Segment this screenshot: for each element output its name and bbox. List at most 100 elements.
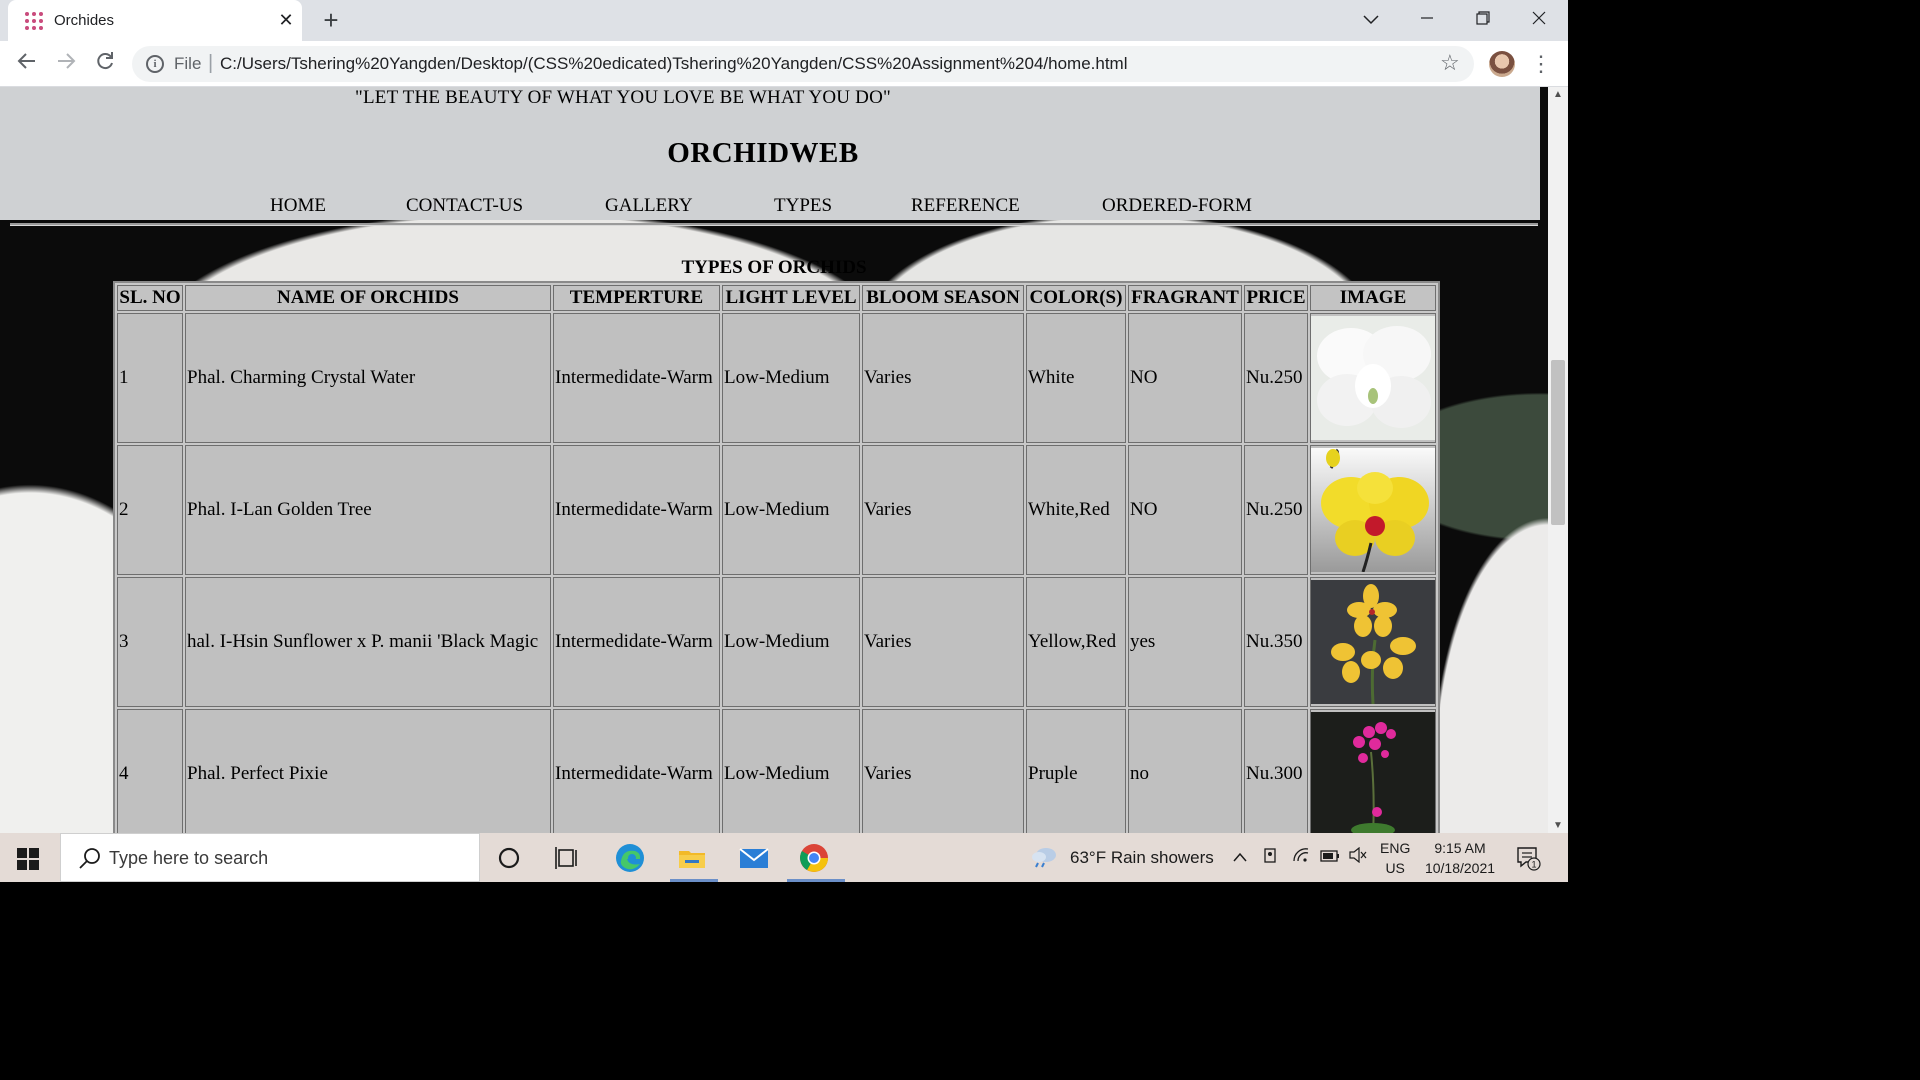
white-orchid-photo (1311, 316, 1435, 440)
edge-icon[interactable] (613, 841, 647, 875)
cell-colors: White (1026, 313, 1126, 443)
column-header-image: IMAGE (1310, 285, 1436, 311)
close-tab-icon[interactable]: ✕ (276, 9, 296, 31)
cell-light-level: Low-Medium (722, 445, 860, 575)
language-indicator[interactable]: ENG US (1380, 838, 1410, 878)
page-content: "LET THE BEAUTY OF WHAT YOU LOVE BE WHAT… (0, 87, 1548, 833)
browser-menu-icon[interactable]: ⋮ (1530, 49, 1552, 79)
windows-taskbar: Type here to search 63°F Rain showers EN… (0, 833, 1568, 882)
cell-temperature: Intermedidate-Warm (553, 313, 720, 443)
column-header-price: PRICE (1244, 285, 1308, 311)
url-text[interactable]: C:/Users/Tshering%20Yangden/Desktop/(CSS… (220, 54, 1127, 74)
favicon-icon (25, 12, 43, 30)
site-title: ORCHIDWEB (667, 137, 859, 169)
scroll-up-arrow-icon[interactable]: ▲ (1548, 89, 1568, 100)
weather-text[interactable]: 63°F Rain showers (1070, 848, 1214, 868)
cell-name: hal. I-Hsin Sunflower x P. manii 'Black … (185, 577, 551, 707)
file-explorer-icon[interactable] (675, 841, 709, 875)
chrome-active-indicator (787, 879, 845, 882)
cell-temperature: Intermedidate-Warm (553, 445, 720, 575)
system-clock[interactable]: 9:15 AM 10/18/2021 (1418, 838, 1502, 878)
column-header-fragrant: FRAGRANT (1128, 285, 1242, 311)
cell-light-level: Low-Medium (722, 313, 860, 443)
cell-price: Nu.250 (1244, 313, 1308, 443)
weather-rain-icon[interactable] (1030, 846, 1058, 868)
meet-now-icon[interactable] (1263, 847, 1279, 870)
scroll-down-arrow-icon[interactable]: ▼ (1548, 820, 1568, 831)
chrome-icon[interactable] (797, 841, 831, 875)
cell-light-level: Low-Medium (722, 577, 860, 707)
cell-sl-no: 1 (117, 313, 183, 443)
cell-fragrant: NO (1128, 313, 1242, 443)
nav-link-types[interactable]: TYPES (774, 195, 832, 217)
header-divider (10, 223, 1538, 226)
reload-icon[interactable] (90, 49, 120, 79)
explorer-active-indicator (670, 879, 718, 882)
cell-name: Phal. I-Lan Golden Tree (185, 445, 551, 575)
cortana-icon[interactable] (492, 841, 526, 875)
table-row: 1 Phal. Charming Crystal Water Intermedi… (117, 313, 1436, 443)
battery-icon[interactable] (1320, 847, 1340, 867)
notification-count: 1 (1531, 860, 1536, 870)
table-row: 4 Phal. Perfect Pixie Intermedidate-Warm… (117, 709, 1436, 833)
nav-link-reference[interactable]: REFERENCE (911, 195, 1020, 217)
orchid-types-table: SL. NO NAME OF ORCHIDS TEMPERTURE LIGHT … (113, 281, 1440, 833)
cell-fragrant: no (1128, 709, 1242, 833)
cell-light-level: Low-Medium (722, 709, 860, 833)
cell-image (1310, 709, 1436, 833)
page-scrollbar[interactable]: ▲ ▼ (1548, 87, 1568, 833)
site-tagline: "LET THE BEAUTY OF WHAT YOU LOVE BE WHAT… (355, 87, 891, 108)
taskbar-search-box[interactable]: Type here to search (60, 833, 480, 882)
site-info-icon[interactable]: i (146, 55, 164, 73)
address-bar[interactable]: i File | C:/Users/Tshering%20Yangden/Des… (132, 46, 1474, 82)
tab-search-chevron-icon[interactable] (1356, 6, 1386, 32)
profile-avatar[interactable] (1489, 51, 1515, 77)
column-header-bloom-season: BLOOM SEASON (862, 285, 1024, 311)
purple-orchid-photo (1311, 712, 1435, 833)
cell-fragrant: yes (1128, 577, 1242, 707)
cell-name: Phal. Charming Crystal Water (185, 313, 551, 443)
forward-icon[interactable] (51, 49, 81, 79)
browser-tab-strip: Orchides ✕ + (0, 0, 1568, 41)
nav-link-home[interactable]: HOME (270, 195, 326, 217)
mail-icon[interactable] (737, 841, 771, 875)
notification-center-icon[interactable]: 1 (1515, 845, 1541, 871)
task-view-icon[interactable] (551, 841, 585, 875)
cell-sl-no: 3 (117, 577, 183, 707)
cell-price: Nu.350 (1244, 577, 1308, 707)
cell-temperature: Intermedidate-Warm (553, 709, 720, 833)
show-hidden-icons-icon[interactable] (1233, 847, 1247, 867)
search-placeholder: Type here to search (109, 848, 269, 868)
column-header-light-level: LIGHT LEVEL (722, 285, 860, 311)
cell-image (1310, 577, 1436, 707)
restore-icon[interactable] (1468, 6, 1498, 32)
new-tab-icon[interactable]: + (318, 6, 344, 34)
back-icon[interactable] (12, 49, 42, 79)
nav-link-ordered-form[interactable]: ORDERED-FORM (1102, 195, 1252, 217)
column-header-sl-no: SL. NO (117, 285, 183, 311)
cell-colors: Pruple (1026, 709, 1126, 833)
cell-colors: Yellow,Red (1026, 577, 1126, 707)
tab-title: Orchides (54, 12, 115, 29)
wifi-icon[interactable] (1292, 847, 1310, 868)
cell-image (1310, 445, 1436, 575)
browser-tab[interactable]: Orchides ✕ (8, 0, 302, 41)
scrollbar-thumb[interactable] (1551, 360, 1565, 525)
close-window-icon[interactable] (1524, 6, 1554, 32)
url-separator: | (208, 52, 214, 74)
column-header-colors: COLOR(S) (1026, 285, 1126, 311)
minimize-icon[interactable] (1412, 6, 1442, 32)
volume-muted-icon[interactable] (1349, 846, 1367, 868)
search-icon (79, 848, 100, 869)
yellow-orchid-photo (1311, 448, 1435, 572)
windows-start-icon[interactable] (17, 848, 39, 870)
column-header-name: NAME OF ORCHIDS (185, 285, 551, 311)
table-caption: TYPES OF ORCHIDS (681, 257, 867, 278)
nav-link-gallery[interactable]: GALLERY (605, 195, 693, 217)
site-header: "LET THE BEAUTY OF WHAT YOU LOVE BE WHAT… (0, 87, 1540, 220)
column-header-temperature: TEMPERTURE (553, 285, 720, 311)
bookmark-star-icon[interactable]: ☆ (1440, 50, 1460, 76)
table-header-row: SL. NO NAME OF ORCHIDS TEMPERTURE LIGHT … (117, 285, 1436, 311)
nav-link-contact-us[interactable]: CONTACT-US (406, 195, 523, 217)
cell-price: Nu.300 (1244, 709, 1308, 833)
